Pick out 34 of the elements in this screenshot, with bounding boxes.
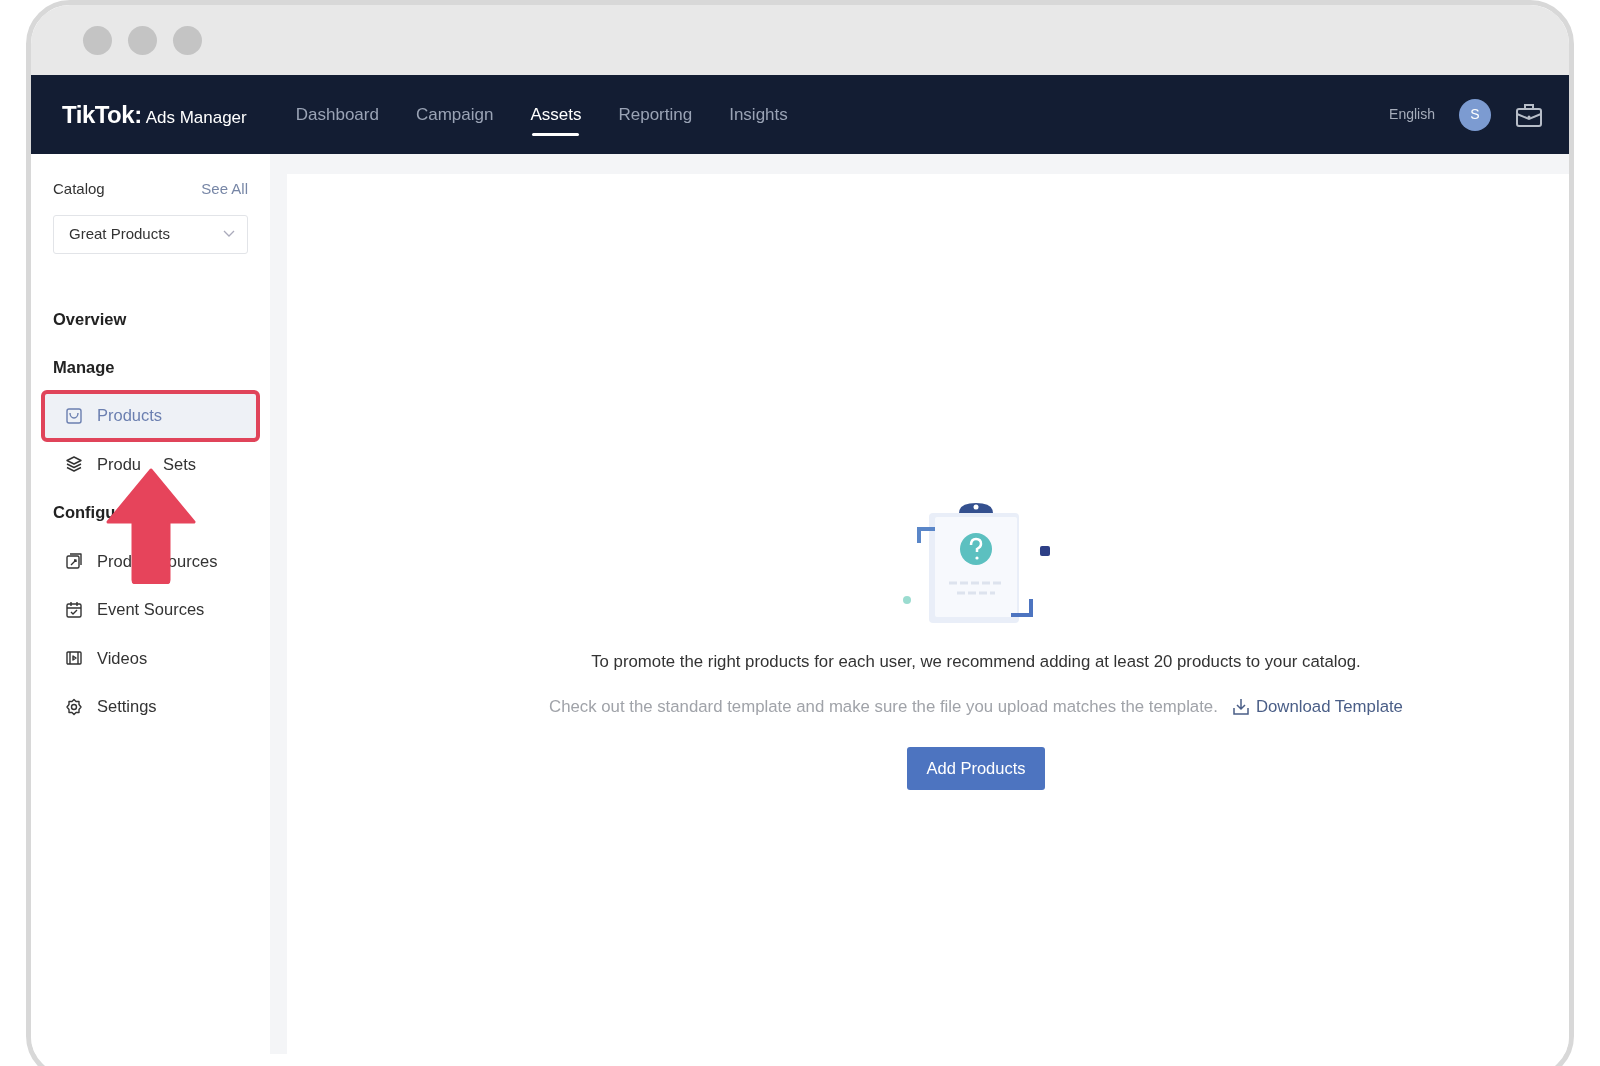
sidebar-item[interactable]: Products	[43, 391, 258, 441]
nav-tab[interactable]: Campaign	[415, 95, 494, 134]
layers-icon	[65, 455, 83, 474]
sidebar-section-title: Configu	[53, 502, 117, 524]
sidebar-item[interactable]: Event Sources	[53, 585, 248, 634]
nav-tab[interactable]: Reporting	[618, 95, 693, 134]
window-control-dot[interactable]	[128, 25, 157, 55]
logo-text[interactable]: TikTok:	[62, 96, 142, 133]
download-template-link[interactable]: Download Template	[1231, 694, 1403, 720]
gear-icon	[65, 697, 83, 716]
add-products-button[interactable]: Add Products	[907, 747, 1045, 791]
empty-state-message: To promote the right products for each user, we recommend adding at least 20 products to your catalog.	[591, 651, 1361, 673]
window-control-dot[interactable]	[173, 25, 202, 55]
calendar-check-icon	[65, 600, 83, 619]
box-icon	[65, 406, 83, 425]
language-link[interactable]: English	[1389, 104, 1435, 125]
sidebar-item[interactable]: Settings	[53, 682, 248, 732]
see-all-link[interactable]: See All	[201, 178, 248, 201]
product-name: Ads Manager	[145, 106, 247, 129]
sidebar-section-title: Manage	[53, 357, 116, 379]
catalog-select[interactable]: Great Products	[53, 214, 248, 254]
window-control-dot[interactable]	[83, 25, 112, 55]
template-hint-text: Check out the standard template and make sure the file you upload matches the template.	[549, 696, 1218, 719]
chevron-down-icon	[223, 230, 235, 238]
download-icon	[1231, 697, 1250, 716]
film-icon	[65, 649, 83, 668]
nav-tab[interactable]: Insights	[729, 95, 788, 134]
sidebar-section-title[interactable]: Overview	[53, 295, 248, 344]
sidebar-item[interactable]: Videos	[53, 633, 248, 683]
nav-tab[interactable]: Assets	[530, 95, 582, 134]
nav-tab[interactable]: Dashboard	[295, 95, 379, 134]
document-link-icon	[65, 552, 83, 570]
catalog-label: Catalog	[53, 179, 105, 199]
sidebar-item[interactable]: Produ Sets	[53, 440, 248, 489]
